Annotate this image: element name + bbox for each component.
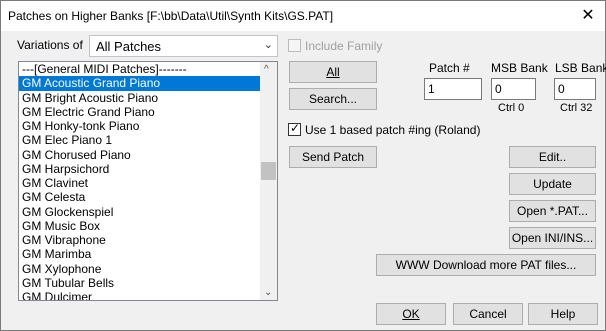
all-button[interactable]: All: [289, 61, 377, 83]
msb-bank-label: MSB Bank: [491, 61, 548, 75]
list-scrollbar[interactable]: ^ ⌄: [260, 62, 277, 300]
list-item[interactable]: GM Marimba: [19, 247, 260, 261]
ok-button-label: OK: [402, 307, 420, 321]
variations-label-text: Variations of: [17, 38, 83, 52]
list-item[interactable]: GM Harpsichord: [19, 162, 260, 176]
list-item[interactable]: GM Celesta: [19, 190, 260, 204]
close-icon[interactable]: ✕: [577, 5, 599, 27]
variations-dropdown[interactable]: All Patches ⌄: [89, 35, 278, 57]
list-item[interactable]: GM Elec Piano 1: [19, 133, 260, 147]
search-button[interactable]: Search...: [289, 88, 377, 110]
window-title: Patches on Higher Banks [F:\bb\Data\Util…: [8, 9, 334, 23]
list-item[interactable]: GM Honky-tonk Piano: [19, 119, 260, 133]
list-item[interactable]: GM Vibraphone: [19, 233, 260, 247]
download-pat-button-label: WWW Download more PAT files...: [395, 258, 577, 272]
variations-selected: All Patches: [96, 39, 162, 54]
use-one-based-checkbox[interactable]: ✓: [288, 121, 301, 136]
list-item[interactable]: GM Acoustic Grand Piano: [19, 76, 260, 91]
list-item[interactable]: GM Dulcimer: [19, 290, 260, 300]
scroll-down-arrow-icon[interactable]: ⌄: [264, 287, 272, 298]
list-item[interactable]: GM Tubular Bells: [19, 276, 260, 290]
patch-list-items: ---[General MIDI Patches]------- GM Acous…: [19, 62, 277, 300]
cancel-button-label: Cancel: [469, 307, 507, 321]
send-patch-button-label: Send Patch: [301, 150, 365, 164]
list-item[interactable]: GM Chorused Piano: [19, 148, 260, 162]
patch-listbox[interactable]: ---[General MIDI Patches]------- GM Acous…: [18, 61, 278, 301]
open-pat-button[interactable]: Open *.PAT...: [509, 200, 596, 222]
list-item[interactable]: GM Bright Acoustic Piano: [19, 91, 260, 105]
scroll-thumb[interactable]: [261, 162, 276, 180]
all-button-label: All: [326, 65, 340, 79]
dialog-window: Patches on Higher Banks [F:\bb\Data\Util…: [0, 0, 606, 331]
open-pat-button-label: Open *.PAT...: [517, 204, 588, 218]
lsb-ctrl-label: Ctrl 32: [560, 102, 593, 114]
use-one-based-label: Use 1 based patch #ing (Roland): [305, 123, 481, 137]
open-ini-button[interactable]: Open INI/INS...: [509, 227, 596, 249]
include-family-label: Include Family: [305, 39, 383, 53]
msb-bank-input[interactable]: 0: [491, 78, 536, 100]
cancel-button[interactable]: Cancel: [453, 303, 523, 325]
open-ini-button-label: Open INI/INS...: [511, 231, 594, 245]
help-button-label: Help: [550, 307, 576, 321]
title-bar: Patches on Higher Banks [F:\bb\Data\Util…: [1, 1, 605, 31]
list-item[interactable]: ---[General MIDI Patches]-------: [19, 62, 260, 76]
lsb-bank-label: LSB Bank: [555, 61, 606, 75]
patch-number-label: Patch #: [429, 61, 470, 75]
edit-button-label: Edit..: [538, 150, 567, 164]
help-button[interactable]: Help: [528, 303, 598, 325]
msb-ctrl-label: Ctrl 0: [498, 102, 525, 114]
list-item[interactable]: GM Electric Grand Piano: [19, 105, 260, 119]
edit-button[interactable]: Edit..: [509, 146, 596, 168]
list-item[interactable]: GM Clavinet: [19, 176, 260, 190]
checkmark-icon: ✓: [290, 121, 301, 135]
send-patch-button[interactable]: Send Patch: [289, 146, 377, 168]
search-button-label: Search...: [308, 92, 358, 106]
update-button[interactable]: Update: [509, 173, 596, 195]
list-item[interactable]: GM Xylophone: [19, 262, 260, 276]
list-item[interactable]: GM Glockenspiel: [19, 205, 260, 219]
variations-label: Variations of: [17, 38, 83, 52]
list-item[interactable]: GM Music Box: [19, 219, 260, 233]
chevron-down-icon: ⌄: [263, 39, 273, 51]
scroll-up-arrow-icon[interactable]: ^: [264, 64, 269, 75]
include-family-checkbox[interactable]: [288, 39, 301, 52]
download-pat-button[interactable]: WWW Download more PAT files...: [376, 254, 596, 276]
lsb-bank-input[interactable]: 0: [554, 78, 596, 100]
update-button-label: Update: [533, 177, 572, 191]
patch-number-input[interactable]: 1: [424, 78, 482, 100]
ok-button[interactable]: OK: [376, 303, 446, 325]
